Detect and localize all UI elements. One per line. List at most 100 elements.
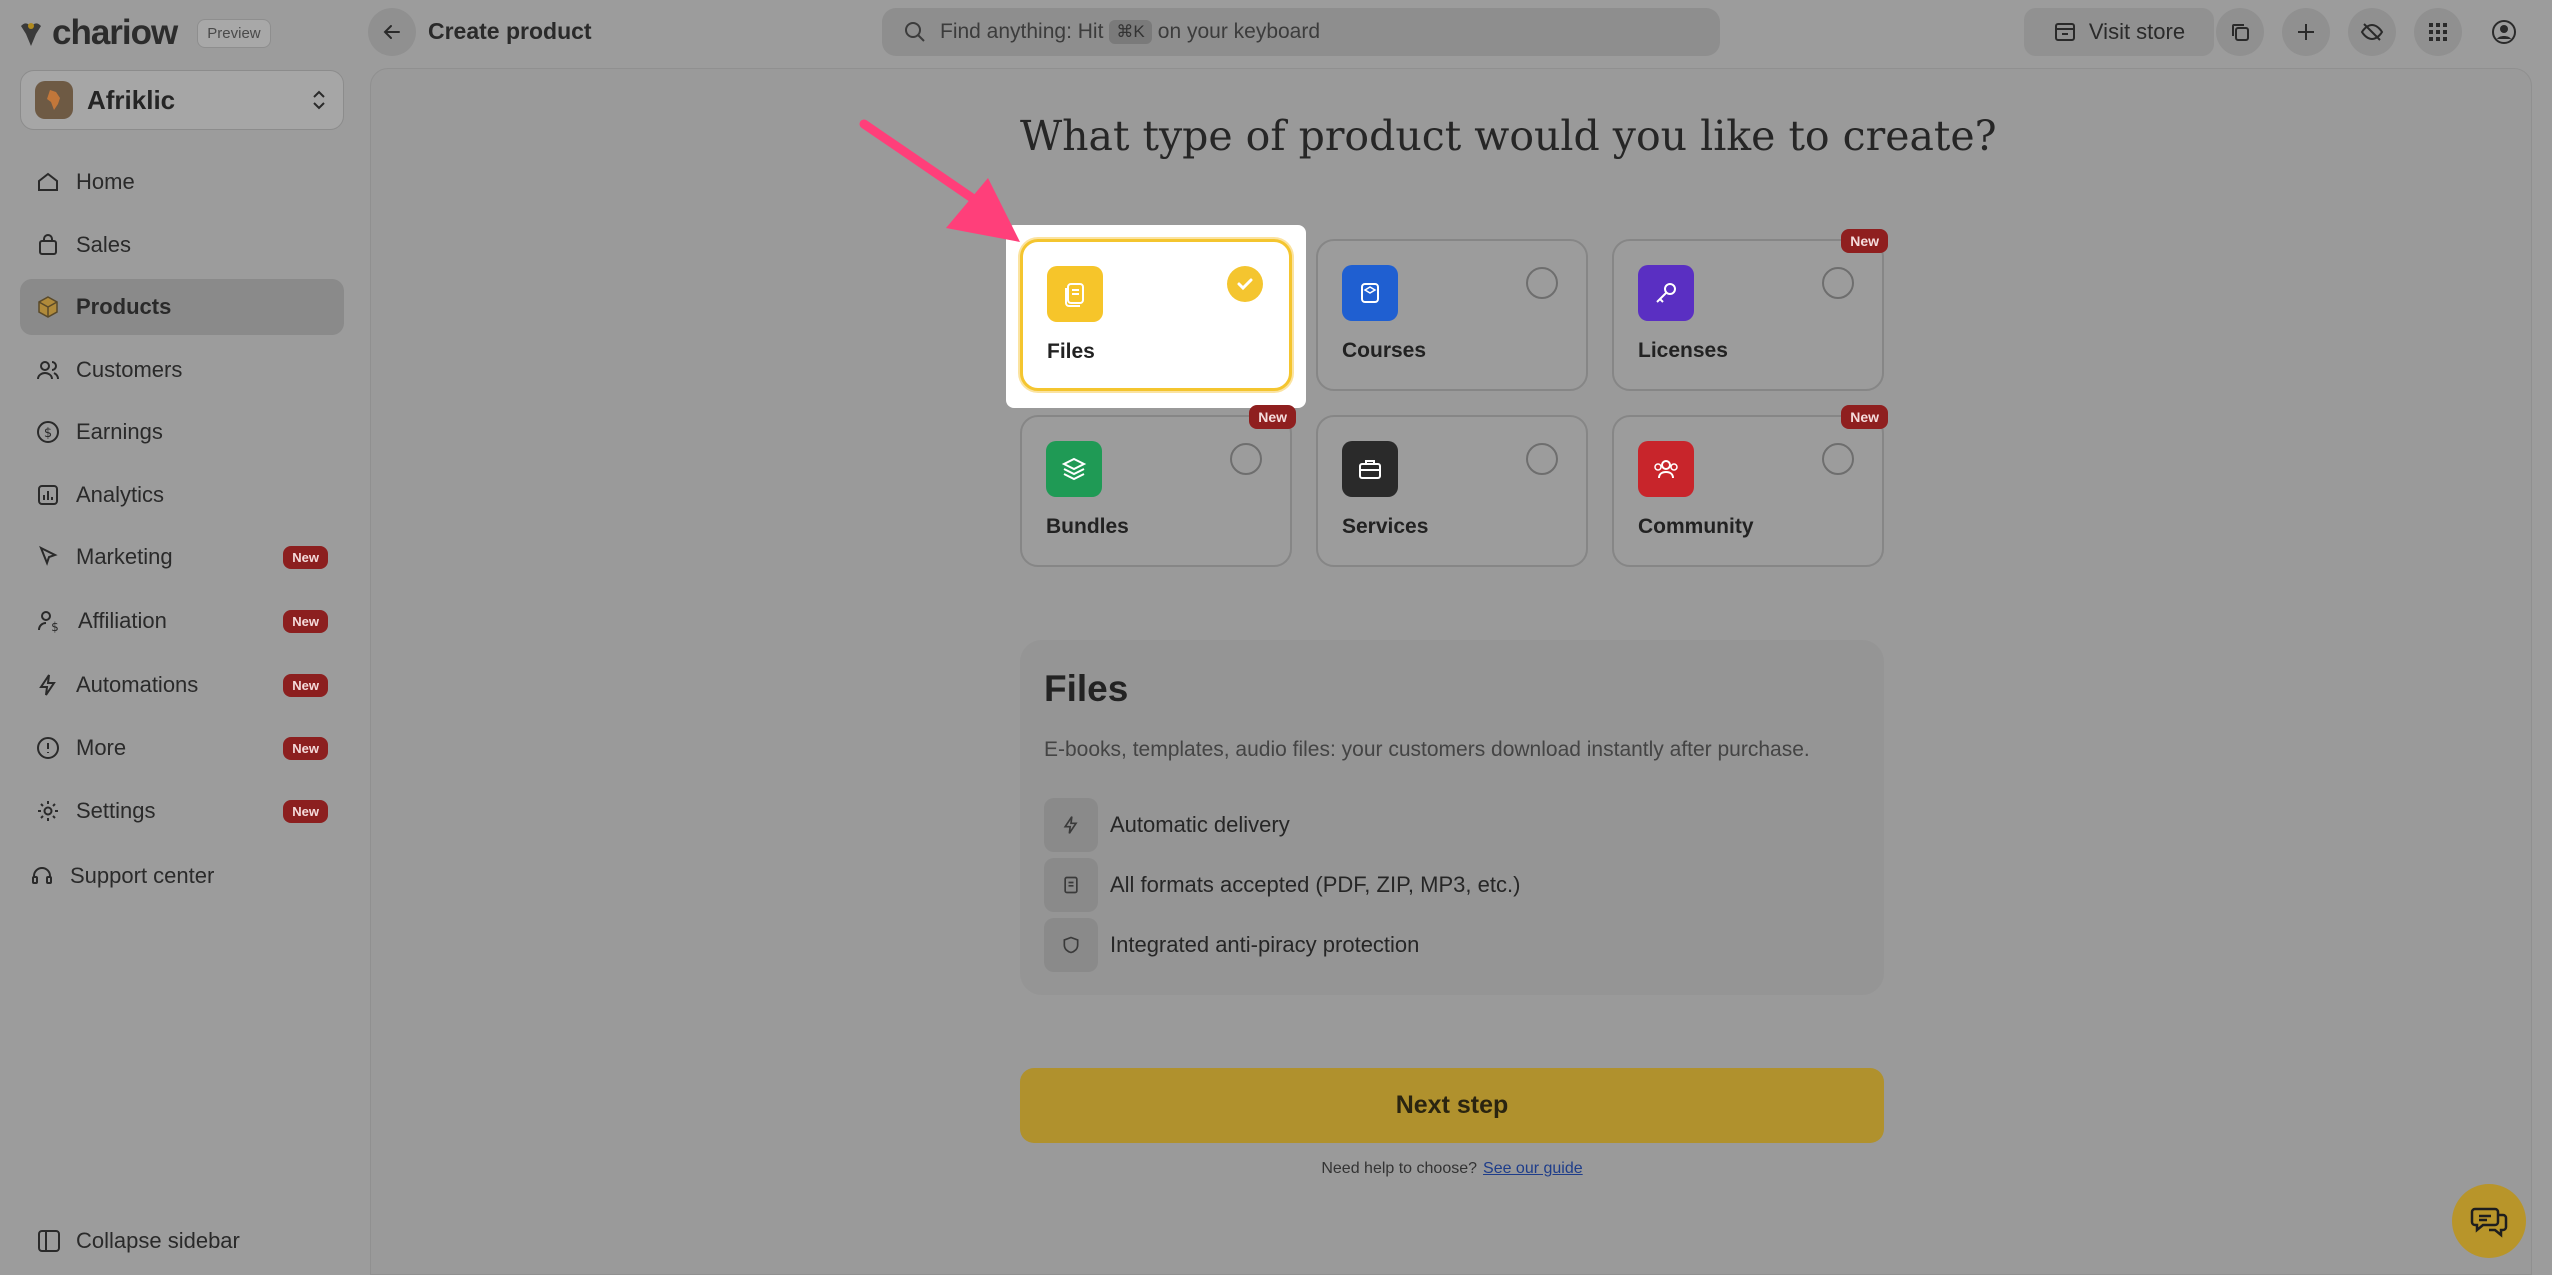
box-icon [36,295,60,319]
copy-button[interactable] [2216,8,2264,56]
briefcase-icon [1342,441,1398,497]
sidebar-item-products[interactable]: Products [20,279,344,335]
preview-badge: Preview [197,18,271,48]
svg-text:$: $ [51,620,59,634]
arrow-left-icon [381,21,403,43]
chariow-logo-icon [18,18,44,48]
visit-store-label: Visit store [2088,19,2186,44]
graduation-cap-icon [1342,265,1398,321]
brand-name: chariow [52,13,178,52]
sidebar-item-earnings[interactable]: $ Earnings [20,404,344,460]
sidebar-item-marketing[interactable]: Marketing New [20,529,344,585]
layers-icon [1046,441,1102,497]
dollar-icon: $ [36,420,60,444]
sidebar-item-label: Analytics [76,482,165,507]
feature-item: Integrated anti-piracy protection [1044,918,1419,972]
collapse-sidebar-label: Collapse sidebar [76,1228,240,1253]
new-badge: New [283,673,328,697]
account-button[interactable] [2480,8,2528,56]
chat-support-button[interactable] [2452,1184,2526,1258]
new-badge: New [283,736,328,760]
back-button[interactable] [368,8,416,56]
feature-label: All formats accepted (PDF, ZIP, MP3, etc… [1110,872,1521,897]
annotation-arrow-icon [859,119,1020,242]
radio-unselected[interactable] [1230,443,1262,475]
user-circle-icon [2491,19,2517,45]
sidebar-item-label: Earnings [76,419,163,444]
radio-unselected[interactable] [1822,267,1854,299]
workspace-avatar [35,81,73,119]
product-type-label: Licenses [1638,339,1728,362]
sidebar-item-automations[interactable]: Automations New [20,657,344,713]
key-icon [1638,265,1694,321]
copy-icon [2229,21,2251,43]
sidebar-toggle-icon [36,1228,62,1254]
search-input[interactable]: Find anything: Hit ⌘K on your keyboard [882,8,1720,56]
radio-unselected[interactable] [1526,267,1558,299]
sidebar-item-label: Marketing [76,544,173,569]
sidebar-item-settings[interactable]: Settings New [20,783,344,839]
feature-item: Automatic delivery [1044,798,1290,852]
gear-icon [36,799,60,823]
feature-item: All formats accepted (PDF, ZIP, MP3, etc… [1044,858,1520,912]
apps-button[interactable] [2414,8,2462,56]
users-icon [36,358,60,382]
sidebar-item-label: Home [76,169,135,194]
product-type-courses-card[interactable]: Courses [1316,239,1588,391]
brand-logo[interactable]: chariow Preview [18,12,271,54]
cursor-icon [36,545,60,569]
product-type-services-card[interactable]: Services [1316,415,1588,567]
new-badge: New [1249,405,1296,429]
eye-off-icon [2360,20,2384,44]
help-text: Need help to choose? See our guide [1020,1160,1884,1178]
check-icon [1227,266,1263,302]
sidebar-item-sales[interactable]: Sales [20,217,344,273]
search-shortcut: ⌘K [1109,20,1152,44]
radio-unselected[interactable] [1822,443,1854,475]
support-center-link[interactable]: Support center [14,848,338,904]
chart-icon [36,483,60,507]
feature-label: Integrated anti-piracy protection [1110,932,1420,957]
plus-icon [2295,21,2317,43]
product-type-community-card[interactable]: New Community [1612,405,1888,567]
sidebar-item-label: Products [76,294,172,319]
see-guide-link[interactable]: See our guide [1483,1160,1583,1177]
sidebar-item-customers[interactable]: Customers [20,342,344,398]
home-icon [36,170,60,194]
search-icon [904,21,926,43]
new-badge: New [283,609,328,633]
sidebar-item-label: Affiliation [78,608,167,633]
svg-text:$: $ [44,426,52,441]
product-type-info-panel: Files E-books, templates, audio files: y… [1020,640,1884,995]
store-icon [2053,20,2077,44]
product-type-files-card[interactable]: Files [1020,239,1292,391]
product-type-bundles-card[interactable]: New Bundles [1020,405,1296,567]
grid-icon [2427,21,2449,43]
sidebar-item-affiliation[interactable]: $ Affiliation New [20,593,344,649]
product-type-label: Community [1638,515,1754,538]
collapse-sidebar-button[interactable]: Collapse sidebar [36,1228,240,1254]
new-badge: New [1841,405,1888,429]
product-type-licenses-card[interactable]: New Licenses [1612,229,1888,391]
product-type-label: Bundles [1046,515,1129,538]
support-center-label: Support center [70,863,215,888]
shield-icon [1044,918,1098,972]
sidebar-item-home[interactable]: Home [20,154,344,210]
next-step-button[interactable]: Next step [1020,1068,1884,1143]
sidebar-item-analytics[interactable]: Analytics [20,467,344,523]
add-button[interactable] [2282,8,2330,56]
bolt-icon [1044,798,1098,852]
sidebar-item-more[interactable]: More New [20,720,344,776]
visit-store-button[interactable]: Visit store [2024,8,2214,56]
product-type-label: Services [1342,515,1429,538]
chat-bubble-icon [2469,1201,2509,1241]
chevron-updown-icon [309,88,329,112]
radio-unselected[interactable] [1526,443,1558,475]
workspace-name: Afriklic [87,84,176,115]
user-dollar-icon: $ [36,608,62,634]
sidebar-item-label: More [76,735,127,760]
info-description: E-books, templates, audio files: your cu… [1044,738,1810,761]
info-icon [36,736,60,760]
workspace-switcher[interactable]: Afriklic [20,70,344,130]
visibility-toggle-button[interactable] [2348,8,2396,56]
